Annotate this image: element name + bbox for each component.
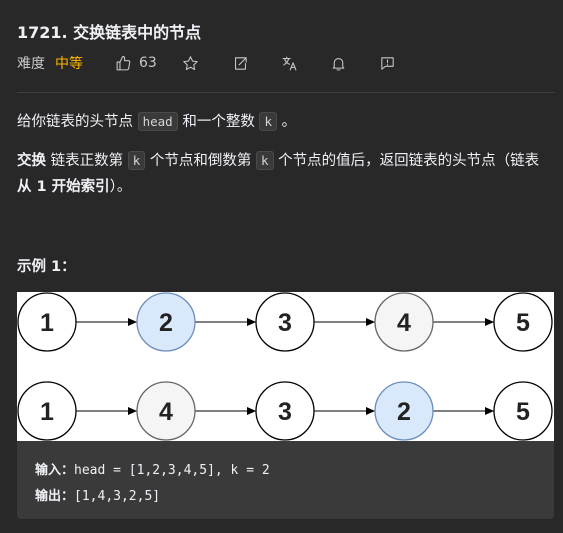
- list-node-value: 3: [278, 309, 292, 337]
- example-input-line: 输入：head = [1,2,3,4,5], k = 2: [35, 459, 270, 478]
- description-text: 链表正数第: [50, 153, 124, 169]
- like-button[interactable]: 63: [115, 55, 157, 72]
- example-title: 示例 1：: [17, 259, 76, 275]
- description-paragraph-2: 交换 链表正数第 k 个节点和倒数第 k 个节点的值后，返回链表的头节点（链表从…: [17, 148, 553, 200]
- feedback-icon: [381, 56, 394, 70]
- output-label: 输出：: [35, 489, 75, 504]
- list-node-value: 1: [40, 398, 54, 426]
- description-paragraph-1: 给你链表的头节点 head 和一个整数 k 。: [17, 109, 296, 135]
- description-text: 给你链表的头节点: [17, 114, 133, 130]
- list-node-value: 5: [516, 309, 530, 337]
- output-value: [1,4,3,2,5]: [74, 489, 161, 504]
- problem-meta-bar: 难度 中等 63: [17, 53, 396, 73]
- description-text: 。: [281, 114, 297, 130]
- input-label: 输入：: [35, 463, 75, 478]
- input-value: head = [1,2,3,4,5], k = 2: [74, 463, 270, 478]
- linked-list-diagram: 1 2 3 4 5 1 4 3 2 5: [17, 292, 554, 441]
- thumbs-up-icon: [116, 55, 131, 70]
- notification-button[interactable]: [330, 55, 347, 72]
- difficulty-badge: 中等: [55, 56, 83, 72]
- description-text: 和一个整数: [182, 114, 255, 130]
- inline-code-k: k: [259, 112, 277, 131]
- example-io-block: 输入：head = [1,2,3,4,5], k = 2 输出：[1,4,3,2…: [17, 441, 554, 519]
- description-text: 个节点的值后，返回链表的头节点（链表: [278, 153, 540, 169]
- inline-code-k: k: [127, 151, 146, 170]
- list-node-value: 4: [397, 309, 411, 337]
- example-output-line: 输出：[1,4,3,2,5]: [35, 485, 160, 504]
- translate-button[interactable]: [281, 55, 298, 72]
- list-node-value: 2: [159, 309, 173, 337]
- description-text: ）。: [109, 179, 132, 195]
- inline-code-head: head: [137, 112, 178, 131]
- share-button[interactable]: [232, 55, 249, 72]
- divider: [17, 92, 555, 93]
- problem-title: 1721. 交换链表中的节点: [17, 23, 202, 42]
- list-node-value: 3: [278, 398, 292, 426]
- favorite-button[interactable]: [182, 55, 199, 72]
- bold-text: 从 1 开始索引: [17, 179, 110, 195]
- translate-icon: [282, 56, 297, 70]
- feedback-button[interactable]: [379, 55, 396, 72]
- description-text: 个节点和倒数第: [149, 153, 252, 169]
- star-icon: [183, 55, 198, 70]
- bold-text: 交换: [17, 153, 46, 169]
- list-node-value: 5: [516, 398, 530, 426]
- like-count: 63: [139, 55, 157, 71]
- list-node-value: 2: [397, 398, 411, 426]
- bell-icon: [332, 57, 345, 70]
- linked-list-svg: 1 2 3 4 5 1 4 3 2 5: [17, 292, 553, 441]
- difficulty-label: 难度: [17, 56, 45, 72]
- share-icon: [234, 56, 247, 70]
- list-node-value: 4: [159, 398, 173, 426]
- list-node-value: 1: [40, 309, 54, 337]
- inline-code-k: k: [255, 151, 274, 170]
